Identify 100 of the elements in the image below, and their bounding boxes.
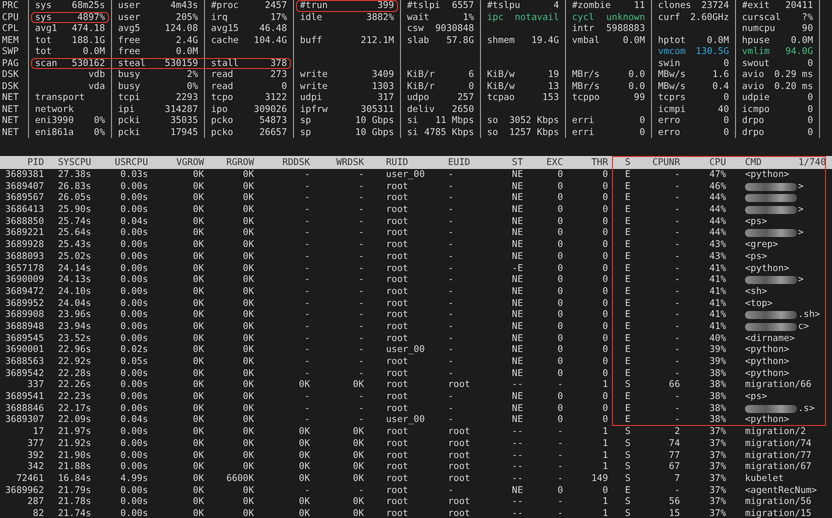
table-cell-text: S <box>624 438 632 450</box>
table-cell-text: root <box>447 438 472 450</box>
table-cell-text: - <box>357 414 364 426</box>
table-cell-text: 0K <box>192 356 204 368</box>
stat-label: #zombie <box>572 0 611 12</box>
table-cell: > <box>798 274 804 286</box>
stat-label: swin <box>658 58 680 69</box>
table-cell-text: 27.38s <box>57 169 92 181</box>
column-header: CPU <box>708 156 726 169</box>
table-cell-text: root <box>385 391 410 403</box>
table-cell-text: 37% <box>708 461 726 473</box>
table-cell-text: 0 <box>601 250 608 263</box>
table-cell-text: 0K <box>192 180 204 192</box>
table-cell-text: - <box>556 496 563 508</box>
table-cell-text: 0K <box>352 438 364 450</box>
stat-value: 2650 <box>452 104 474 115</box>
stat-label: erri <box>572 115 594 126</box>
stat-value: 11 <box>634 0 645 12</box>
table-cell-text: 0 <box>601 344 608 356</box>
table-cell-text: 7 <box>673 472 680 485</box>
table-cell-text: 25.43s <box>57 239 92 251</box>
table-cell-text: 0.00s <box>119 496 148 508</box>
stat-value: ?% <box>802 12 813 23</box>
table-cell-text: 21.97s <box>57 426 92 438</box>
table-cell-text: - <box>447 332 455 344</box>
table-cell-text: - <box>673 274 680 286</box>
table-cell-text: - <box>303 216 310 228</box>
stat-value: 474.18 <box>72 23 105 34</box>
table-cell-text: root <box>447 461 472 473</box>
table-cell-text: NE <box>510 414 523 426</box>
stat-label: erro <box>658 126 680 138</box>
table-cell-text: - <box>303 227 310 240</box>
table-cell-text: 0.05s <box>119 356 148 368</box>
table-cell-text: - <box>447 216 455 228</box>
table-cell-text: - <box>357 368 364 380</box>
table-cell-text: 0.00s <box>119 262 148 274</box>
table-cell: migration/2 <box>745 426 806 438</box>
table-cell-text: 0 <box>556 192 563 204</box>
stat-value: 11 Mbps <box>435 115 474 126</box>
table-cell-text: root <box>447 508 472 518</box>
column-header: WRDSK <box>335 156 364 169</box>
table-cell-text: 0 <box>601 192 608 204</box>
table-cell-text: root <box>385 262 410 274</box>
table-cell-text: root <box>385 239 410 251</box>
stat-label: erro <box>658 115 680 126</box>
table-cell-text: 3689908 <box>4 309 44 321</box>
table-cell-text: 43% <box>708 239 726 251</box>
table-cell-text: 0K <box>298 461 310 473</box>
stat-value: 0 <box>807 104 813 115</box>
stat-value: 4 <box>553 0 559 12</box>
table-cell-text: E <box>624 286 632 298</box>
stat-value: 317 <box>377 92 394 104</box>
table-cell-text: 37% <box>708 484 726 496</box>
table-cell-text: 0.00s <box>119 180 148 192</box>
table-cell-text: - <box>673 298 680 310</box>
table-cell-text: root <box>385 216 410 228</box>
table-cell-text: 56 <box>668 496 680 508</box>
stat-label: icmpo <box>742 104 770 115</box>
table-cell-text: E <box>624 332 632 344</box>
stat-value: 0 <box>639 115 645 126</box>
table-cell-text: - <box>673 484 680 496</box>
column-header: CMD <box>745 156 762 169</box>
table-cell-text: 22.92s <box>57 356 92 368</box>
stat-value: 0.0 <box>628 69 645 80</box>
table-cell-text: - <box>303 239 310 251</box>
row-label: PAG <box>1 58 20 69</box>
stat-value: 257 <box>457 92 474 104</box>
column-header: RGROW <box>225 156 254 169</box>
table-cell-text: 0.00s <box>119 391 148 403</box>
stat-value: 530159 <box>164 58 198 69</box>
column-header: EXC <box>545 156 563 169</box>
stat-label: MBr/s <box>572 69 600 80</box>
stat-label: eni3990 <box>35 115 74 126</box>
table-cell-text: 0K <box>298 438 310 450</box>
table-cell-text: NE <box>510 298 523 310</box>
table-cell-text: - <box>447 250 455 263</box>
table-cell-text: - <box>447 402 455 414</box>
table-cell-text: - <box>303 414 310 426</box>
stat-label: #tslpi <box>407 0 440 12</box>
table-cell-text: 3689542 <box>4 368 44 380</box>
stat-value: 212.1M <box>360 34 394 46</box>
table-cell: migration/67 <box>745 461 812 473</box>
table-cell-text: 0K <box>192 274 204 286</box>
stat-label: clones <box>658 0 692 12</box>
table-cell-text: 44% <box>708 216 726 228</box>
table-cell: migration/66 <box>745 379 812 392</box>
table-cell-text: E <box>624 309 632 321</box>
stat-label: KiB/w <box>487 80 515 92</box>
table-cell-text: - <box>357 320 364 333</box>
table-cell-text: root <box>385 298 410 310</box>
stat-label: avg1 <box>35 23 58 34</box>
blurred-text <box>745 229 797 238</box>
stat-label: idle <box>300 12 322 23</box>
stat-label: pcko <box>211 126 234 138</box>
table-cell-text: 3689545 <box>4 332 44 344</box>
table-cell-text: 44% <box>708 204 726 216</box>
table-cell-text: NE <box>510 368 523 380</box>
table-cell-text: - <box>303 274 310 286</box>
table-cell-text: - <box>673 262 680 274</box>
row-label: MEM <box>1 34 20 46</box>
